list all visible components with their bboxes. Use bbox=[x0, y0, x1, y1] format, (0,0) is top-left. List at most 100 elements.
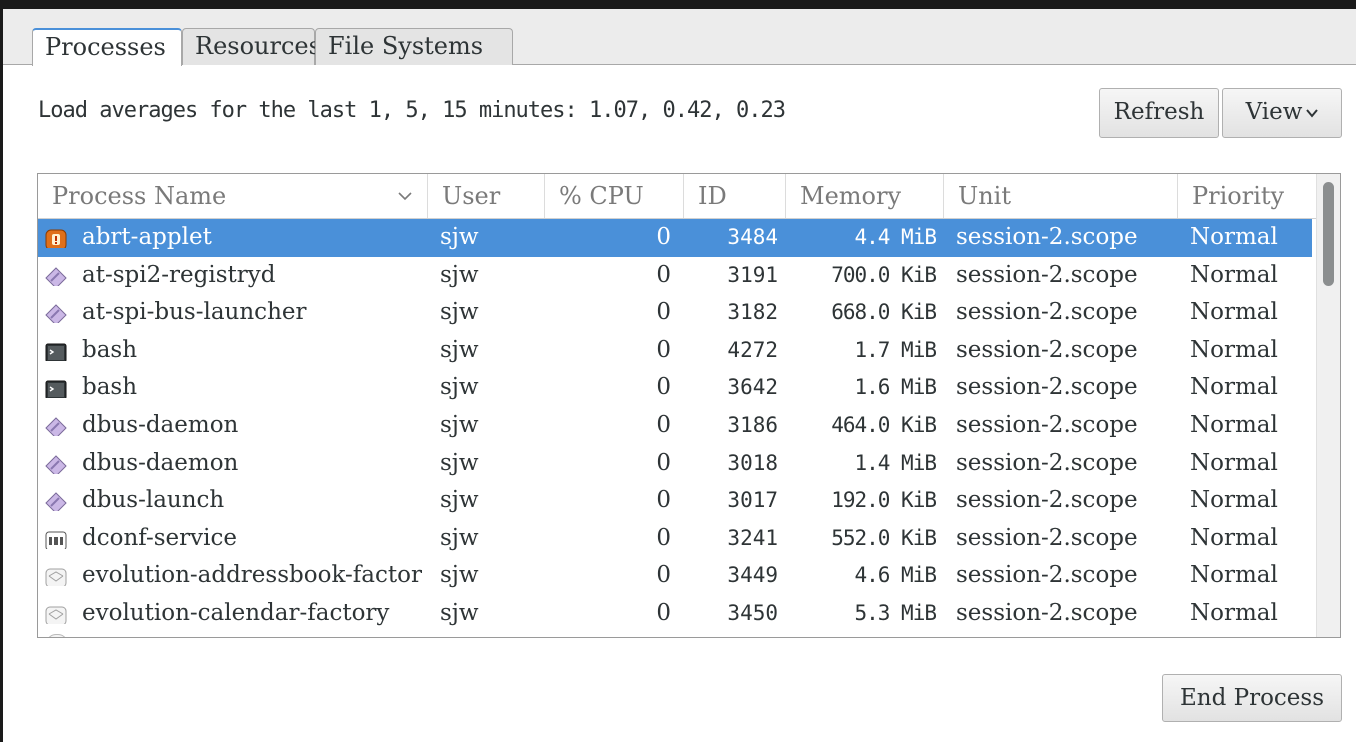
unit-cell: session-2.scope bbox=[956, 299, 1138, 326]
tab-file-systems[interactable]: File Systems bbox=[315, 28, 513, 65]
process-name-cell: bash bbox=[82, 374, 138, 401]
table-row[interactable]: evolution-addressbook-factor sjw 0 3449 4.6 … bbox=[38, 557, 1312, 595]
process-name-cell: at-spi2-registryd bbox=[82, 261, 276, 288]
priority-cell: Normal bbox=[1190, 224, 1278, 250]
column-header-priority[interactable]: Priority bbox=[1178, 174, 1318, 218]
table-row[interactable]: evolution-calendar-factory sjw 0 3450 5.3 Mi… bbox=[38, 595, 1312, 633]
memory-cell: 4.6 MiB bbox=[854, 563, 936, 588]
priority-cell: Normal bbox=[1190, 261, 1278, 288]
dconf-icon bbox=[45, 527, 67, 549]
cpu-cell: 0 bbox=[656, 299, 671, 326]
unit-cell: session-2.scope bbox=[956, 562, 1138, 589]
priority-cell: Normal bbox=[1190, 487, 1278, 514]
abrt-icon bbox=[45, 226, 67, 248]
refresh-button[interactable]: Refresh bbox=[1099, 88, 1219, 138]
refresh-button-label: Refresh bbox=[1113, 99, 1205, 125]
unit-cell: session-2.scope bbox=[956, 599, 1138, 626]
generic-diamond-icon bbox=[45, 414, 67, 436]
column-header-memory[interactable]: Memory bbox=[786, 174, 944, 218]
cpu-cell: 0 bbox=[656, 374, 671, 401]
cpu-cell: 0 bbox=[656, 449, 671, 476]
unit-cell: session-2.scope bbox=[956, 224, 1138, 250]
table-row[interactable]: bash sjw 0 3642 1.6 MiB session-2.scope Normal bbox=[38, 369, 1312, 407]
user-cell: sjw bbox=[440, 374, 479, 401]
priority-cell: Normal bbox=[1190, 524, 1278, 551]
tab-resources[interactable]: Resources bbox=[182, 28, 321, 65]
sort-descending-icon bbox=[398, 192, 412, 201]
process-name-cell: dbus-daemon bbox=[82, 411, 239, 438]
envelope-icon bbox=[45, 564, 67, 587]
cpu-cell: 0 bbox=[656, 562, 671, 589]
table-row[interactable]: dconf-service sjw 0 3241 552.0 KiB session-2.… bbox=[38, 520, 1312, 558]
view-menu-button[interactable]: View bbox=[1222, 88, 1342, 138]
column-header-user[interactable]: User bbox=[428, 174, 545, 218]
memory-cell: 464.0 KiB bbox=[831, 412, 936, 437]
user-cell: sjw bbox=[440, 411, 479, 438]
table-row[interactable]: abrt-applet sjw 0 3484 4.4 MiB session-2.scop… bbox=[38, 219, 1312, 257]
cpu-cell: 0 bbox=[656, 336, 671, 363]
cpu-cell: 0 bbox=[656, 411, 671, 438]
user-cell: sjw bbox=[440, 299, 479, 326]
memory-cell: 5.3 MiB bbox=[854, 600, 936, 625]
cpu-cell: 0 bbox=[656, 524, 671, 551]
scrollbar-thumb[interactable] bbox=[1323, 182, 1334, 286]
priority-cell: Normal bbox=[1190, 599, 1278, 626]
column-header-cpu[interactable]: % CPU bbox=[545, 174, 684, 218]
memory-cell: 1.4 MiB bbox=[854, 450, 936, 475]
tab-processes[interactable]: Processes bbox=[32, 28, 182, 66]
user-cell: sjw bbox=[440, 562, 479, 589]
partial-row-icon bbox=[46, 634, 68, 637]
memory-cell: 1.7 MiB bbox=[854, 337, 936, 362]
table-header: Process Name User % CPU ID Memory Unit P… bbox=[38, 174, 1318, 219]
priority-cell: Normal bbox=[1190, 299, 1278, 326]
process-name-cell: abrt-applet bbox=[82, 224, 212, 250]
table-row[interactable]: bash sjw 0 4272 1.7 MiB session-2.scope Normal bbox=[38, 332, 1312, 370]
window-frame-left bbox=[0, 0, 3, 742]
memory-cell: 4.4 MiB bbox=[854, 225, 936, 249]
user-cell: sjw bbox=[440, 224, 479, 250]
terminal-icon bbox=[45, 376, 67, 399]
envelope-icon bbox=[45, 602, 67, 624]
table-row[interactable]: dbus-daemon sjw 0 3018 1.4 MiB session-2.scop… bbox=[38, 445, 1312, 483]
end-process-button-label: End Process bbox=[1179, 685, 1325, 711]
process-name-cell: bash bbox=[82, 336, 138, 363]
cpu-cell: 0 bbox=[656, 487, 671, 514]
priority-cell: Normal bbox=[1190, 449, 1278, 476]
pid-cell: 3018 bbox=[727, 450, 778, 475]
process-name-cell: evolution-calendar-factory bbox=[82, 599, 390, 626]
end-process-button[interactable]: End Process bbox=[1162, 674, 1342, 722]
unit-cell: session-2.scope bbox=[956, 487, 1138, 514]
table-row[interactable]: at-spi2-registryd sjw 0 3191 700.0 KiB sessio… bbox=[38, 257, 1312, 295]
priority-cell: Normal bbox=[1190, 411, 1278, 438]
pid-cell: 3449 bbox=[727, 563, 778, 588]
pid-cell: 4272 bbox=[727, 337, 778, 362]
cpu-cell: 0 bbox=[656, 224, 671, 250]
process-name-cell: dbus-launch bbox=[82, 487, 225, 514]
generic-diamond-icon bbox=[45, 452, 67, 474]
column-header-label: Process Name bbox=[52, 182, 227, 210]
pid-cell: 3191 bbox=[727, 262, 778, 287]
memory-cell: 700.0 KiB bbox=[831, 262, 936, 287]
pid-cell: 3186 bbox=[727, 412, 778, 437]
table-row[interactable]: dbus-launch sjw 0 3017 192.0 KiB session-2.sc… bbox=[38, 482, 1312, 520]
priority-cell: Normal bbox=[1190, 336, 1278, 363]
table-row[interactable]: at-spi-bus-launcher sjw 0 3182 668.0 KiB sess… bbox=[38, 294, 1312, 332]
priority-cell: Normal bbox=[1190, 562, 1278, 589]
table-row[interactable]: dbus-daemon sjw 0 3186 464.0 KiB session-2.sc… bbox=[38, 407, 1312, 445]
user-cell: sjw bbox=[440, 261, 479, 288]
column-header-id[interactable]: ID bbox=[684, 174, 786, 218]
user-cell: sjw bbox=[440, 336, 479, 363]
memory-cell: 668.0 KiB bbox=[831, 300, 936, 325]
column-header-process-name[interactable]: Process Name bbox=[38, 174, 428, 218]
view-button-label: View bbox=[1245, 99, 1303, 125]
user-cell: sjw bbox=[440, 599, 479, 626]
vertical-scrollbar[interactable] bbox=[1316, 174, 1340, 637]
pid-cell: 3484 bbox=[727, 225, 778, 249]
chevron-down-icon bbox=[1306, 109, 1319, 118]
column-header-unit[interactable]: Unit bbox=[944, 174, 1178, 218]
generic-diamond-icon bbox=[45, 301, 67, 324]
memory-cell: 552.0 KiB bbox=[831, 525, 936, 550]
process-name-cell: dbus-daemon bbox=[82, 449, 239, 476]
unit-cell: session-2.scope bbox=[956, 374, 1138, 401]
pid-cell: 3241 bbox=[727, 525, 778, 550]
